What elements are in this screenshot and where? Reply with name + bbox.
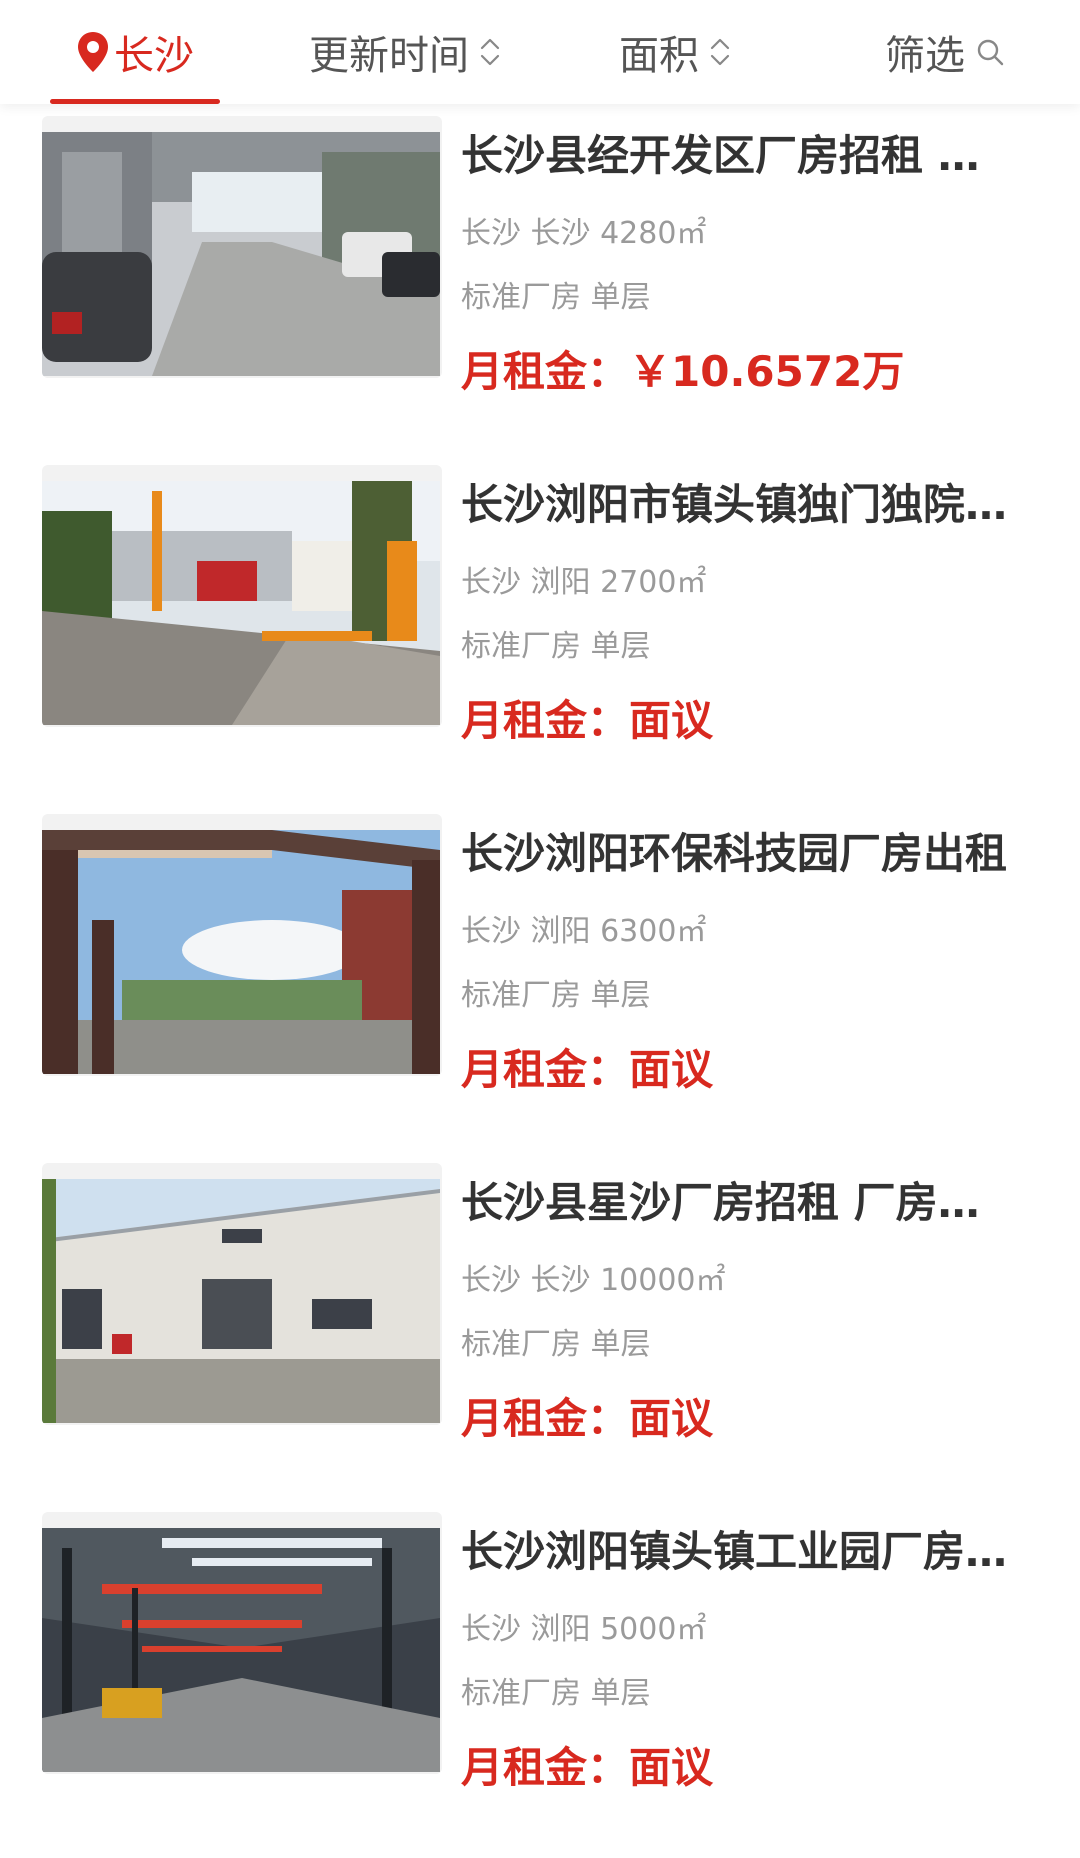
listing-title: 长沙浏阳市镇头镇独门独院厂房 bbox=[461, 480, 1016, 529]
listing-title: 长沙县经开发区厂房招租 厂房出租 bbox=[461, 131, 1016, 180]
location-pin-icon bbox=[78, 32, 108, 72]
listing-photo bbox=[42, 465, 442, 727]
listing-card[interactable]: 长沙县星沙厂房招租 厂房出租 长沙 长沙 10000㎡ 标准厂房 单层 月租金：… bbox=[0, 1151, 1080, 1500]
active-tab-underline bbox=[50, 99, 220, 104]
listing-location: 长沙 长沙 10000㎡ bbox=[461, 1263, 726, 1298]
listing-price: 月租金：面议 bbox=[461, 1742, 713, 1795]
listing-location: 长沙 浏阳 6300㎡ bbox=[461, 914, 707, 949]
filter-tab[interactable]: 筛选 bbox=[860, 0, 1030, 104]
price-label: 月租金： bbox=[461, 1743, 630, 1792]
price-label: 月租金： bbox=[461, 1045, 630, 1094]
city-label: 长沙 bbox=[114, 33, 194, 79]
listing-card[interactable]: 长沙浏阳环保科技园厂房出租 长沙 浏阳 6300㎡ 标准厂房 单层 月租金：面议 bbox=[0, 802, 1080, 1151]
listing-location: 长沙 长沙 4280㎡ bbox=[461, 216, 707, 251]
price-label: 月租金： bbox=[461, 696, 630, 745]
listing-price: 月租金：面议 bbox=[461, 695, 713, 748]
listing-type: 标准厂房 单层 bbox=[461, 280, 651, 315]
price-value: 面议 bbox=[629, 696, 714, 745]
price-label: 月租金： bbox=[461, 347, 630, 396]
listing-title: 长沙浏阳镇头镇工业园厂房出租 bbox=[461, 1527, 1016, 1576]
listing-price: 月租金：面议 bbox=[461, 1044, 713, 1097]
filter-label: 筛选 bbox=[885, 33, 965, 79]
sort-area-label: 面积 bbox=[619, 33, 699, 79]
street-photo bbox=[42, 132, 440, 376]
listing-title: 长沙县星沙厂房招租 厂房出租 bbox=[461, 1178, 1016, 1227]
listing-photo bbox=[42, 116, 442, 378]
price-value: ￥10.6572万 bbox=[629, 347, 905, 396]
sort-chevrons-icon bbox=[480, 38, 500, 66]
listing-title: 长沙浏阳环保科技园厂房出租 bbox=[461, 829, 1008, 878]
listing-price: 月租金：面议 bbox=[461, 1393, 713, 1446]
sort-update-time-tab[interactable]: 更新时间 bbox=[280, 0, 530, 104]
listing-type: 标准厂房 单层 bbox=[461, 978, 651, 1013]
sort-update-label: 更新时间 bbox=[309, 33, 469, 79]
listing-price: 月租金：￥10.6572万 bbox=[461, 346, 904, 399]
warehouse-photo bbox=[42, 1179, 440, 1423]
listing-photo bbox=[42, 814, 442, 1076]
listing-card[interactable]: 长沙浏阳镇头镇工业园厂房出租 长沙 浏阳 5000㎡ 标准厂房 单层 月租金：面… bbox=[0, 1500, 1080, 1849]
filter-bar: 长沙 更新时间 面积 筛选 bbox=[0, 0, 1080, 104]
listing-photo bbox=[42, 1512, 442, 1774]
listing-card[interactable]: 长沙浏阳市镇头镇独门独院厂房 长沙 浏阳 2700㎡ 标准厂房 单层 月租金：面… bbox=[0, 453, 1080, 802]
price-value: 面议 bbox=[629, 1394, 714, 1443]
listing-type: 标准厂房 单层 bbox=[461, 1327, 651, 1362]
yard-photo bbox=[42, 481, 440, 725]
listing-photo bbox=[42, 1163, 442, 1425]
listing-type: 标准厂房 单层 bbox=[461, 1676, 651, 1711]
gate-photo bbox=[42, 830, 440, 1074]
workshop-interior-photo bbox=[42, 1528, 440, 1772]
price-value: 面议 bbox=[629, 1743, 714, 1792]
price-label: 月租金： bbox=[461, 1394, 630, 1443]
listing-location: 长沙 浏阳 5000㎡ bbox=[461, 1612, 707, 1647]
listing-type: 标准厂房 单层 bbox=[461, 629, 651, 664]
search-icon bbox=[977, 39, 1004, 66]
city-tab[interactable]: 长沙 bbox=[50, 0, 220, 104]
factory-listing: 长沙县经开发区厂房招租 厂房出租 长沙 长沙 4280㎡ 标准厂房 单层 月租金… bbox=[0, 104, 1080, 1849]
sort-chevrons-icon bbox=[710, 38, 730, 66]
price-value: 面议 bbox=[629, 1045, 714, 1094]
listing-card[interactable]: 长沙县经开发区厂房招租 厂房出租 长沙 长沙 4280㎡ 标准厂房 单层 月租金… bbox=[0, 104, 1080, 453]
sort-area-tab[interactable]: 面积 bbox=[590, 0, 760, 104]
listing-location: 长沙 浏阳 2700㎡ bbox=[461, 565, 707, 600]
